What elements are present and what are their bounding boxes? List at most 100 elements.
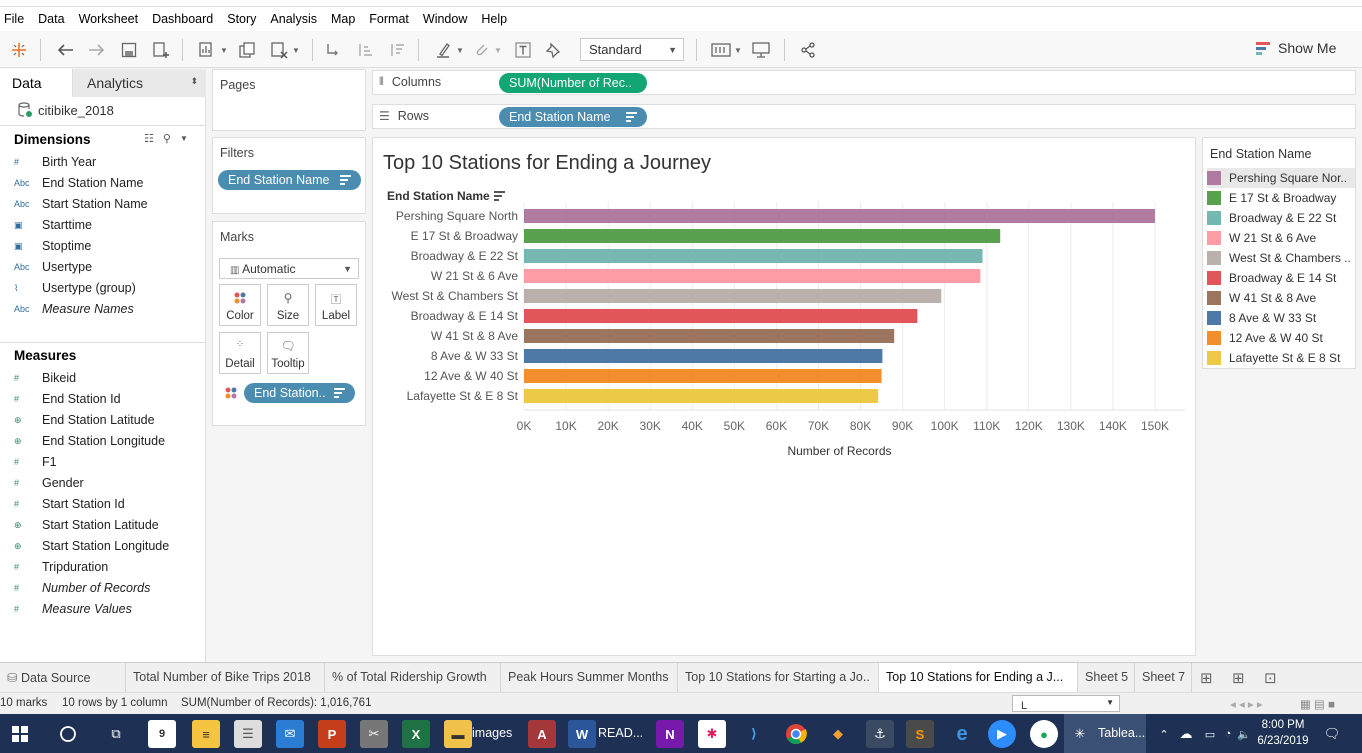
taskbar-images-label[interactable]: images [472, 726, 512, 740]
action-center-icon[interactable]: 🗨 [1318, 720, 1346, 748]
save-icon[interactable] [118, 39, 140, 61]
fit-select[interactable]: Standard ▼ [580, 38, 684, 61]
sort-descending-icon[interactable] [386, 39, 408, 61]
calendar-app-icon[interactable]: 9 [148, 720, 176, 748]
field-item[interactable]: ⊕ End Station Longitude [14, 431, 204, 451]
field-item[interactable]: # Tripduration [14, 557, 204, 577]
pin-axes-icon[interactable] [542, 39, 564, 61]
new-worksheet-icon[interactable] [196, 39, 218, 61]
field-item[interactable]: ⌇ Usertype (group) [14, 278, 204, 298]
cortana-search-icon[interactable] [54, 720, 82, 748]
tableau-logo-icon[interactable] [8, 39, 30, 61]
marks-label-button[interactable]: 🅃 Label [315, 284, 357, 326]
menu-data[interactable]: Data [38, 12, 64, 26]
edge-icon[interactable]: e [948, 720, 976, 748]
sticky-notes-icon[interactable]: ≡ [192, 720, 220, 748]
chevron-down-icon[interactable]: ▼ [454, 39, 466, 61]
field-item[interactable]: # Start Station Id [14, 494, 204, 514]
menu-help[interactable]: Help [481, 12, 507, 26]
columns-pill[interactable]: SUM(Number of Rec.. [499, 73, 647, 93]
menu-file[interactable]: File [4, 12, 24, 26]
legend-item[interactable]: E 17 St & Broadway [1207, 188, 1355, 208]
columns-shelf[interactable]: ⦀ Columns SUM(Number of Rec.. [372, 70, 1356, 95]
filters-shelf[interactable]: Filters End Station Name [212, 137, 366, 214]
legend-item[interactable]: Broadway & E 22 St [1207, 208, 1355, 228]
show-cards-icon[interactable] [710, 39, 732, 61]
new-datasource-icon[interactable] [150, 39, 172, 61]
snipping-tool-icon[interactable]: ✂ [360, 720, 388, 748]
menu-window[interactable]: Window [423, 12, 467, 26]
zoom-icon[interactable]: ▶ [988, 720, 1016, 748]
tab-sheet-active[interactable]: Top 10 Stations for Ending a J... [879, 663, 1078, 692]
clear-sheet-icon[interactable] [268, 39, 290, 61]
legend-item[interactable]: 12 Ave & W 40 St [1207, 328, 1355, 348]
tab-analytics[interactable]: Analytics ⬍ [72, 69, 206, 97]
tab-data[interactable]: Data [0, 69, 72, 97]
swap-rows-columns-icon[interactable] [322, 39, 344, 61]
chevron-down-icon[interactable]: ▼ [492, 39, 504, 61]
legend-item[interactable]: Pershing Square Nor.. [1207, 168, 1355, 188]
field-item[interactable]: Abc End Station Name [14, 173, 204, 193]
bar[interactable] [524, 349, 883, 363]
field-item[interactable]: # Measure Values [14, 599, 204, 619]
show-mark-labels-icon[interactable] [512, 39, 534, 61]
bar[interactable] [524, 389, 879, 403]
presentation-mode-icon[interactable] [750, 39, 772, 61]
field-item[interactable]: ⊕ Start Station Longitude [14, 536, 204, 556]
view-toggle-icon[interactable]: ▦ ▤ ■ [1300, 697, 1335, 711]
mongodb-compass-icon[interactable]: ● [1030, 720, 1058, 748]
mark-type-select[interactable]: ▥ Automatic ▼ [219, 258, 359, 279]
marks-tooltip-button[interactable]: 🗨 Tooltip [267, 332, 309, 374]
field-item[interactable]: ⊕ Start Station Latitude [14, 515, 204, 535]
field-item[interactable]: # End Station Id [14, 389, 204, 409]
menu-worksheet[interactable]: Worksheet [79, 12, 139, 26]
search-icon[interactable]: ⚲ [163, 132, 171, 145]
windows-start-icon[interactable] [6, 720, 34, 748]
slack-icon[interactable]: ✱ [698, 720, 726, 748]
field-item[interactable]: ⊕ End Station Latitude [14, 410, 204, 430]
group-members-icon[interactable] [470, 39, 492, 61]
tab-data-source[interactable]: ⛁ Data Source [0, 663, 126, 692]
tab-sheet[interactable]: Sheet 5 [1078, 663, 1135, 692]
menu-map[interactable]: Map [331, 12, 355, 26]
field-item[interactable]: ▣ Stoptime [14, 236, 204, 256]
undo-icon[interactable] [54, 39, 76, 61]
marks-detail-button[interactable]: ⁘ Detail [219, 332, 261, 374]
taskbar-clock[interactable]: 8:00 PM 6/23/2019 [1252, 717, 1314, 749]
field-item[interactable]: # Bikeid [14, 368, 204, 388]
word-icon[interactable]: W [568, 720, 596, 748]
menu-format[interactable]: Format [369, 12, 409, 26]
legend-item[interactable]: Lafayette St & E 8 St [1207, 348, 1355, 368]
tab-sheet[interactable]: Sheet 7 [1135, 663, 1192, 692]
git-icon[interactable]: ◆ [824, 720, 852, 748]
field-item[interactable]: Abc Measure Names [14, 299, 204, 319]
bar[interactable] [524, 229, 1001, 243]
chevron-down-icon[interactable]: ▼ [290, 39, 302, 61]
notepad-icon[interactable]: ☰ [234, 720, 262, 748]
field-item[interactable]: ▣ Starttime [14, 215, 204, 235]
onenote-icon[interactable]: N [656, 720, 684, 748]
duplicate-sheet-icon[interactable] [236, 39, 258, 61]
bar[interactable] [524, 309, 918, 323]
chevron-down-icon[interactable]: ▼ [180, 134, 188, 145]
tab-sheet[interactable]: Total Number of Bike Trips 2018 [126, 663, 325, 692]
marks-color-pill[interactable]: End Station.. [244, 383, 355, 403]
field-item[interactable]: # Number of Records [14, 578, 204, 598]
taskbar-word-label[interactable]: READ... [598, 726, 643, 740]
field-item[interactable]: # Birth Year [14, 152, 204, 172]
pages-shelf[interactable]: Pages [212, 69, 366, 131]
mysql-workbench-icon[interactable]: ⚓ [866, 720, 894, 748]
share-icon[interactable] [797, 39, 819, 61]
datasource-item[interactable]: citibike_2018 [18, 102, 114, 118]
legend-item[interactable]: Broadway & E 14 St [1207, 268, 1355, 288]
bar[interactable] [524, 249, 983, 263]
new-worksheet-icon[interactable]: ⊞ [1200, 669, 1213, 687]
menu-analysis[interactable]: Analysis [270, 12, 317, 26]
legend-item[interactable]: West St & Chambers .. [1207, 248, 1355, 268]
bar[interactable] [524, 369, 882, 383]
tab-sheet[interactable]: Peak Hours Summer Months [501, 663, 678, 692]
redo-icon[interactable] [86, 39, 108, 61]
sublime-text-icon[interactable]: S [906, 720, 934, 748]
bar[interactable] [524, 209, 1155, 223]
legend-item[interactable]: W 21 St & 6 Ave [1207, 228, 1355, 248]
